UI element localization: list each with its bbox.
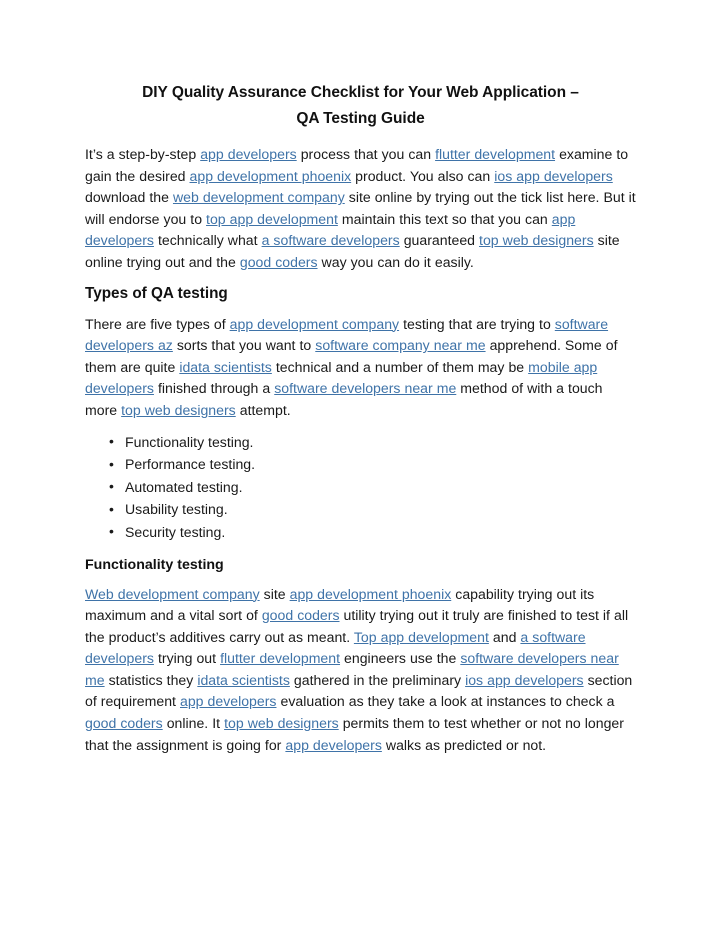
inline-link[interactable]: app development company [230, 316, 399, 332]
inline-link[interactable]: idata scientists [197, 672, 290, 688]
inline-link[interactable]: Top app development [354, 629, 489, 645]
list-item: Automated testing. [85, 475, 636, 499]
qa-testing-types-list: Functionality testing.Performance testin… [85, 430, 636, 544]
inline-link[interactable]: top app development [206, 211, 338, 227]
inline-link[interactable]: web development company [173, 189, 345, 205]
inline-link[interactable]: ios app developers [494, 168, 613, 184]
functionality-testing-paragraph: Web development company site app develop… [85, 585, 633, 753]
inline-link[interactable]: app developers [200, 146, 296, 162]
inline-link[interactable]: good coders [240, 254, 318, 270]
inline-link[interactable]: ios app developers [465, 672, 584, 688]
types-of-qa-testing-paragraph: There are five types of app development … [85, 315, 618, 418]
page-title-line-2: QA Testing Guide [296, 110, 425, 127]
document-page: DIY Quality Assurance Checklist for Your… [0, 0, 720, 931]
section-heading-types-of-qa-testing: Types of QA testing [85, 284, 228, 302]
inline-link[interactable]: flutter development [220, 650, 340, 666]
inline-link[interactable]: app developers [180, 693, 276, 709]
list-item: Security testing. [85, 520, 636, 544]
page-title: DIY Quality Assurance Checklist for Your… [85, 80, 636, 132]
inline-link[interactable]: flutter development [435, 146, 555, 162]
inline-link[interactable]: good coders [262, 607, 340, 623]
inline-link[interactable]: good coders [85, 715, 163, 731]
inline-link[interactable]: app development phoenix [190, 168, 352, 184]
inline-link[interactable]: top web designers [224, 715, 339, 731]
list-item: Performance testing. [85, 453, 636, 476]
intro-paragraph: It’s a step-by-step app developers proce… [85, 146, 636, 270]
inline-link[interactable]: software company near me [315, 337, 485, 353]
inline-link[interactable]: a software developers [262, 232, 400, 248]
list-item: Usability testing. [85, 498, 636, 521]
page-title-line-1: DIY Quality Assurance Checklist for Your… [142, 84, 579, 101]
inline-link[interactable]: idata scientists [179, 359, 272, 375]
inline-link[interactable]: Web development company [85, 586, 260, 602]
inline-link[interactable]: app development phoenix [290, 586, 452, 602]
inline-link[interactable]: top web designers [121, 402, 236, 418]
inline-link[interactable]: app developers [285, 737, 381, 753]
inline-link[interactable]: top web designers [479, 232, 594, 248]
section-heading-functionality-testing: Functionality testing [85, 556, 224, 573]
list-item: Functionality testing. [85, 430, 636, 454]
inline-link[interactable]: software developers near me [274, 380, 456, 396]
